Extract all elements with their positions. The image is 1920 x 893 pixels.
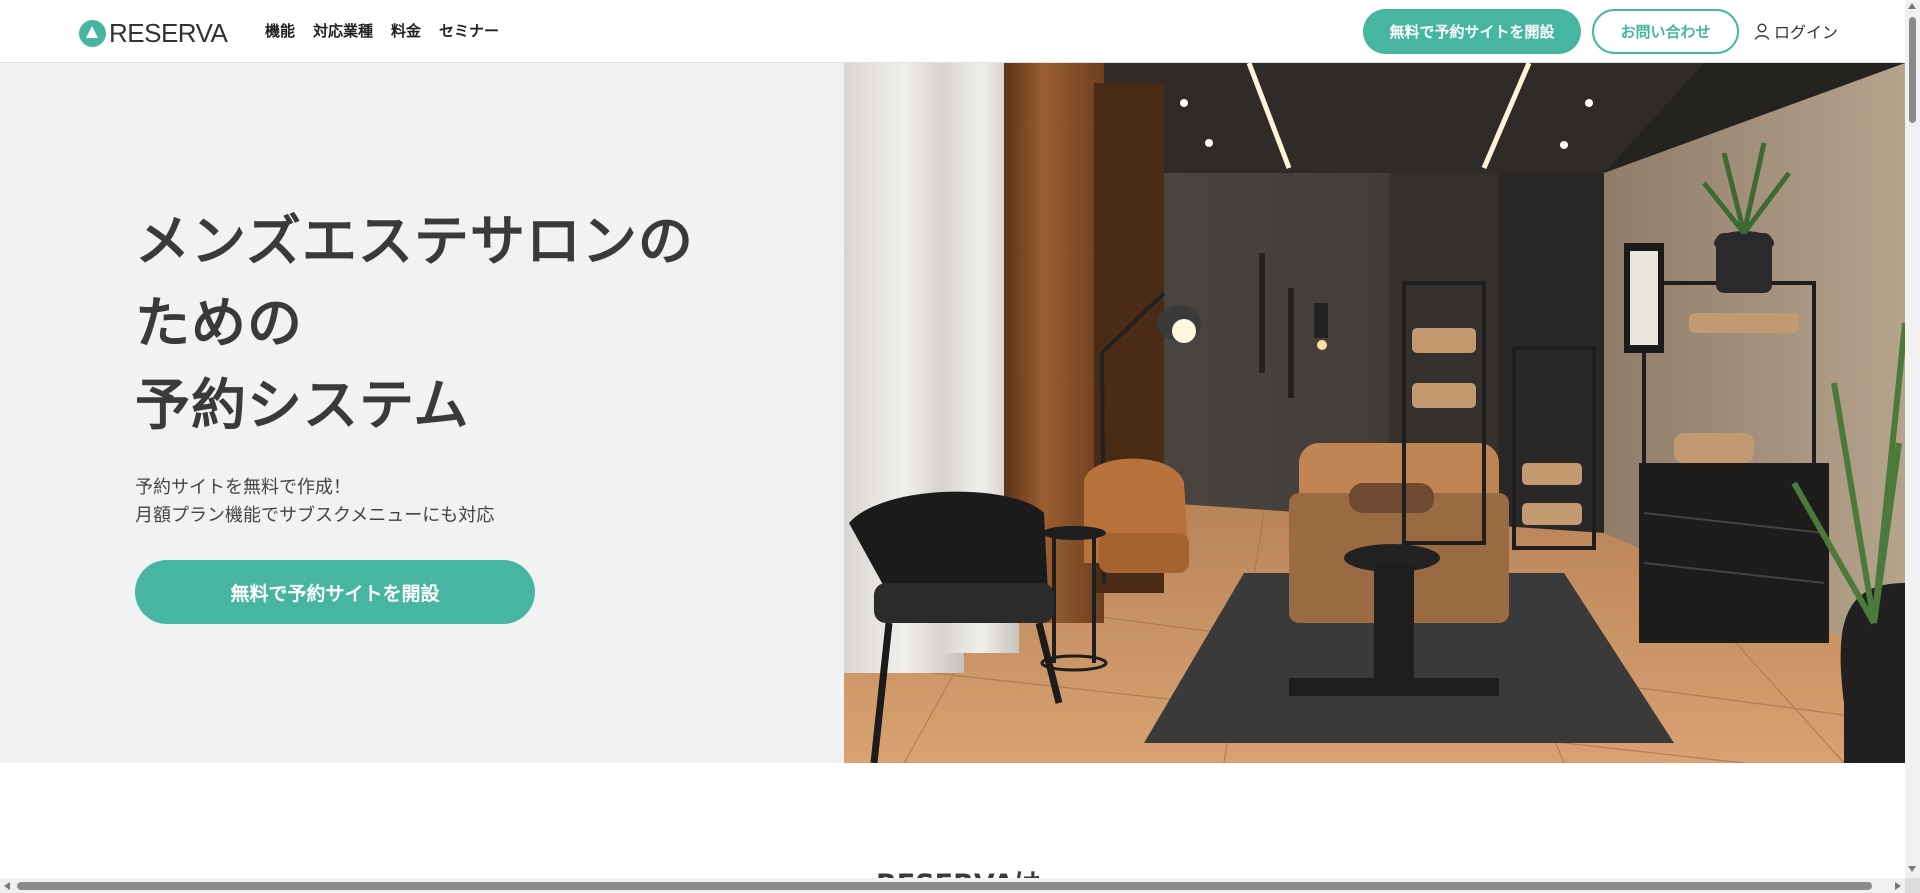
login-label: ログイン xyxy=(1774,23,1839,42)
hero-subtitle: 予約サイトを無料で作成！ 月額プラン機能でサブスクメニューにも対応 xyxy=(135,474,494,530)
user-icon xyxy=(1754,23,1770,40)
hero-subtitle-line: 予約サイトを無料で作成！ xyxy=(135,477,351,498)
scroll-down-arrow-icon[interactable] xyxy=(1908,866,1916,872)
hero-salon-image xyxy=(844,63,1905,763)
logo-text: RESERVA xyxy=(109,18,228,48)
hero-title-line: ための xyxy=(135,291,304,355)
salon-room-illustration xyxy=(844,63,1905,763)
horizontal-scrollbar[interactable] xyxy=(0,878,1905,893)
contact-button[interactable]: お問い合わせ xyxy=(1592,9,1739,54)
nav-item-industries[interactable]: 対応業種 xyxy=(313,20,373,41)
hero-title: メンズエステサロンの ための 予約システム xyxy=(135,200,694,446)
scroll-right-arrow-icon[interactable] xyxy=(1895,882,1901,890)
login-link[interactable]: ログイン xyxy=(1754,19,1838,43)
nav-item-seminar[interactable]: セミナー xyxy=(439,20,499,41)
hero-open-site-button[interactable]: 無料で予約サイトを開設 xyxy=(135,560,535,624)
hero-title-line: メンズエステサロンの xyxy=(135,209,694,273)
nav-item-features[interactable]: 機能 xyxy=(265,20,295,41)
scrollbar-corner xyxy=(1905,878,1920,893)
vertical-scrollbar[interactable] xyxy=(1905,0,1920,878)
site-header: RESERVA 機能 対応業種 料金 セミナー 無料で予約サイトを開設 お問い合… xyxy=(0,0,1905,63)
main-nav: 機能 対応業種 料金 セミナー xyxy=(265,20,517,41)
hero-subtitle-line: 月額プラン機能でサブスクメニューにも対応 xyxy=(135,505,495,526)
horizontal-scroll-thumb[interactable] xyxy=(17,882,1872,890)
hero-title-line: 予約システム xyxy=(135,373,470,437)
reserva-logo[interactable]: RESERVA xyxy=(79,18,228,49)
scroll-up-arrow-icon[interactable] xyxy=(1908,3,1916,9)
vertical-scroll-thumb[interactable] xyxy=(1909,17,1916,123)
header-open-site-button[interactable]: 無料で予約サイトを開設 xyxy=(1363,9,1581,54)
scroll-left-arrow-icon[interactable] xyxy=(4,882,10,890)
reserva-logo-icon xyxy=(79,20,106,47)
nav-item-pricing[interactable]: 料金 xyxy=(391,20,421,41)
